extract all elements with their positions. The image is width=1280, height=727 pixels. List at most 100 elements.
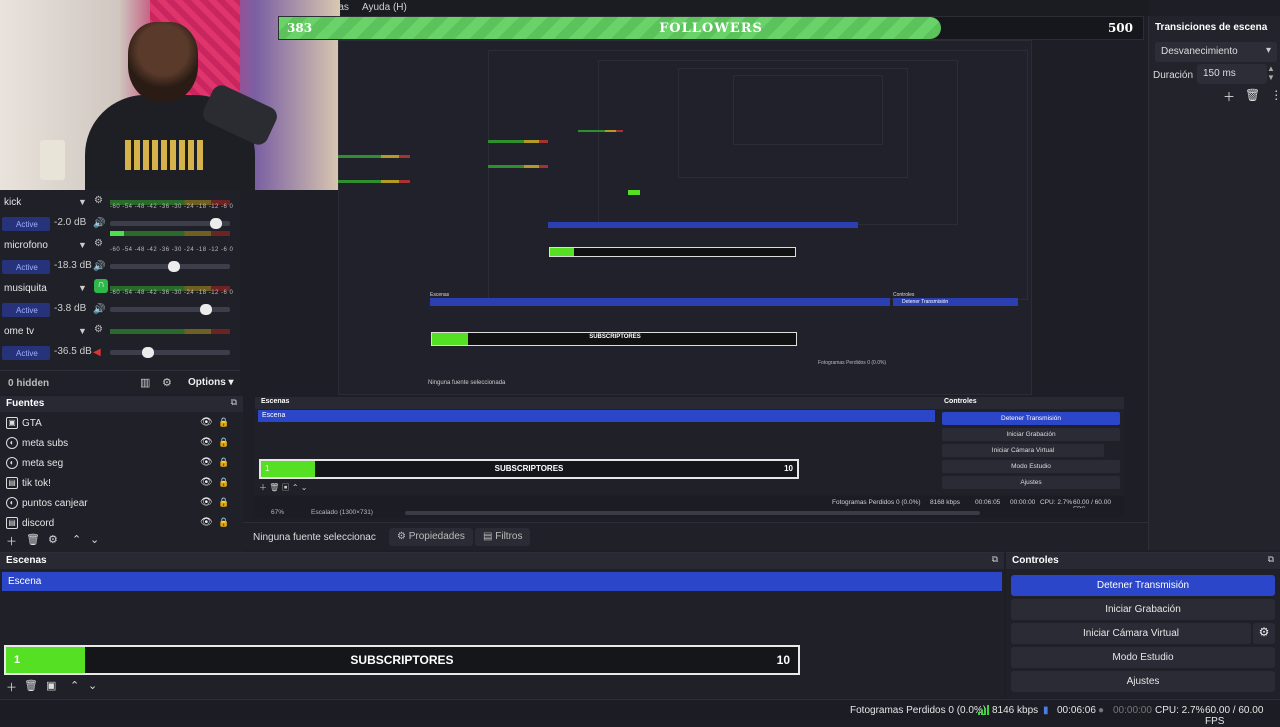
add-scene-icon[interactable]: ＋	[6, 679, 17, 695]
move-up-icon[interactable]: ⌃	[72, 533, 81, 546]
fps: 60.00 / 60.00 FPS	[1205, 705, 1264, 727]
layout-icon[interactable]: ▥	[140, 376, 150, 389]
status-bar: Fotogramas Perdidos 0 (0.0%) 8146 kbps ▮…	[0, 699, 1280, 727]
trash-icon[interactable]: 🗑	[26, 533, 40, 546]
lock-icon[interactable]: 🔒	[218, 517, 229, 528]
lock-icon[interactable]: 🔒	[218, 437, 229, 448]
volume-slider[interactable]	[110, 347, 230, 358]
channel-menu-arrow[interactable]: ▼	[78, 197, 87, 207]
lock-icon[interactable]: 🔒	[218, 477, 229, 488]
speaker-icon[interactable]: 🔊	[93, 218, 105, 229]
start-virtual-camera-button[interactable]: Iniciar Cámara Virtual	[1011, 623, 1251, 644]
nested-controls-header: Controles	[938, 397, 1124, 409]
move-down-icon[interactable]: ⌄	[90, 533, 99, 546]
start-recording-button[interactable]: Iniciar Grabación	[1011, 599, 1275, 620]
source-item[interactable]: ◐ meta subs 👁 🔒	[0, 434, 232, 454]
filter-icon[interactable]: ▣	[46, 679, 56, 692]
slider-knob[interactable]	[142, 347, 155, 358]
volume-slider[interactable]	[110, 261, 230, 272]
channel-menu-arrow[interactable]: ▼	[78, 326, 87, 336]
mixer-footer: 0 hidden ▥ ⚙ Options ▾	[0, 370, 240, 394]
eye-icon[interactable]: 👁	[200, 517, 213, 528]
nested-rec: 00:00:00	[1010, 499, 1036, 506]
eye-icon[interactable]: 👁	[200, 457, 213, 468]
headphones-icon[interactable]: ∩	[94, 279, 108, 293]
scrollbar[interactable]	[405, 511, 980, 515]
channel-settings-icon[interactable]: ⚙	[94, 238, 103, 249]
slider-knob[interactable]	[209, 218, 222, 229]
settings-button[interactable]: Ajustes	[1011, 671, 1275, 692]
eye-icon[interactable]: 👁	[200, 437, 213, 448]
scene-item-active[interactable]: Escena	[2, 572, 1002, 591]
gear-icon[interactable]: ⚙	[48, 533, 58, 546]
preview-recursion[interactable]: SUBSCRIPTORES Detener Transmisión Ningun…	[338, 40, 1032, 395]
channel-name: kick	[4, 197, 22, 208]
menubar: ntas Ayuda (H)	[330, 0, 1150, 16]
speaker-icon[interactable]: 🔊	[93, 261, 105, 272]
scenes-title: Escenas	[6, 555, 47, 566]
nested-meter	[338, 180, 410, 183]
lock-icon[interactable]: 🔒	[218, 497, 229, 508]
lock-icon[interactable]: 🔒	[218, 457, 229, 468]
meter-scale: -60 -54 -48 -42 -36 -30 -24 -18 -12 -6 0	[110, 204, 234, 210]
filters-label: Filtros	[495, 531, 523, 542]
volume-db: -36.5 dB	[54, 346, 92, 357]
menu-item-help[interactable]: Ayuda (H)	[362, 2, 407, 13]
popout-icon[interactable]: ⧉	[231, 397, 237, 408]
lock-icon[interactable]: 🔒	[218, 417, 229, 428]
slider-knob[interactable]	[200, 304, 212, 315]
more-icon[interactable]: ⋮	[1270, 88, 1280, 105]
scaled-label[interactable]: Escalado (1300×731)	[311, 509, 373, 516]
channel-settings-icon[interactable]: ⚙	[94, 195, 103, 206]
add-transition-icon[interactable]: ＋	[1223, 88, 1235, 105]
muted-speaker-icon[interactable]: ◀	[93, 347, 101, 358]
gear-icon[interactable]: ⚙	[162, 376, 172, 389]
image-icon: ▤	[6, 477, 18, 489]
eye-icon[interactable]: 👁	[200, 417, 213, 428]
source-name: meta seg	[22, 458, 64, 469]
properties-button[interactable]: ⚙ Propiedades	[389, 528, 473, 546]
cup	[40, 140, 65, 180]
filters-button[interactable]: ▤ Filtros	[475, 528, 531, 546]
source-item[interactable]: ▤ discord 👁 🔒	[0, 514, 232, 534]
nested-scene-highlight	[430, 298, 890, 306]
channel-menu-arrow[interactable]: ▼	[78, 283, 87, 293]
nested-controls-title: Controles	[944, 398, 977, 405]
gear-icon[interactable]: ⚙	[1253, 623, 1275, 644]
source-item[interactable]: ▤ tik tok! 👁 🔒	[0, 474, 232, 494]
channel-settings-icon[interactable]: ⚙	[94, 324, 103, 335]
stop-stream-button[interactable]: Detener Transmisión	[1011, 575, 1275, 596]
duration-input[interactable]: 150 ms	[1197, 64, 1267, 84]
volume-db: -3.8 dB	[54, 303, 87, 314]
eye-icon[interactable]: 👁	[200, 497, 213, 508]
browser-icon: ◐	[6, 497, 18, 509]
add-icon[interactable]: ＋	[6, 533, 17, 549]
eye-icon[interactable]: 👁	[200, 477, 213, 488]
trash-icon[interactable]: 🗑	[24, 679, 38, 692]
popout-icon[interactable]: ⧉	[1268, 554, 1274, 565]
nested-meter	[578, 130, 623, 132]
options-button[interactable]: Options ▾	[188, 377, 234, 388]
transition-type-select[interactable]: Desvanecimiento	[1155, 42, 1277, 62]
channel-menu-arrow[interactable]: ▼	[78, 240, 87, 250]
move-up-icon[interactable]: ⌃	[70, 679, 79, 692]
volume-slider[interactable]	[110, 304, 230, 315]
nested-controls-panel: Controles Detener Transmisión Iniciar Gr…	[938, 397, 1124, 495]
popout-icon[interactable]: ⧉	[992, 554, 998, 565]
nested-preview-layer	[733, 75, 883, 145]
source-item[interactable]: ◐ meta seg 👁 🔒	[0, 454, 232, 474]
speaker-icon[interactable]: 🔊	[93, 304, 105, 315]
browser-icon: ◐	[6, 437, 18, 449]
source-item[interactable]: ▣ GTA 👁 🔒	[0, 414, 232, 434]
properties-label: Propiedades	[408, 531, 465, 542]
trash-icon[interactable]: 🗑	[1245, 88, 1260, 105]
nested-sub-bar	[549, 247, 796, 257]
duration-spinner[interactable]: ▲ ▼	[1267, 64, 1275, 82]
record-icon: ●	[1098, 705, 1105, 716]
move-down-icon[interactable]: ⌄	[88, 679, 97, 692]
slider-knob[interactable]	[167, 261, 180, 272]
nested-stop-stream: Detener Transmisión	[902, 299, 949, 305]
source-item[interactable]: ◐ puntos canjear 👁 🔒	[0, 494, 232, 514]
studio-mode-button[interactable]: Modo Estudio	[1011, 647, 1275, 668]
volume-slider[interactable]	[110, 218, 230, 229]
